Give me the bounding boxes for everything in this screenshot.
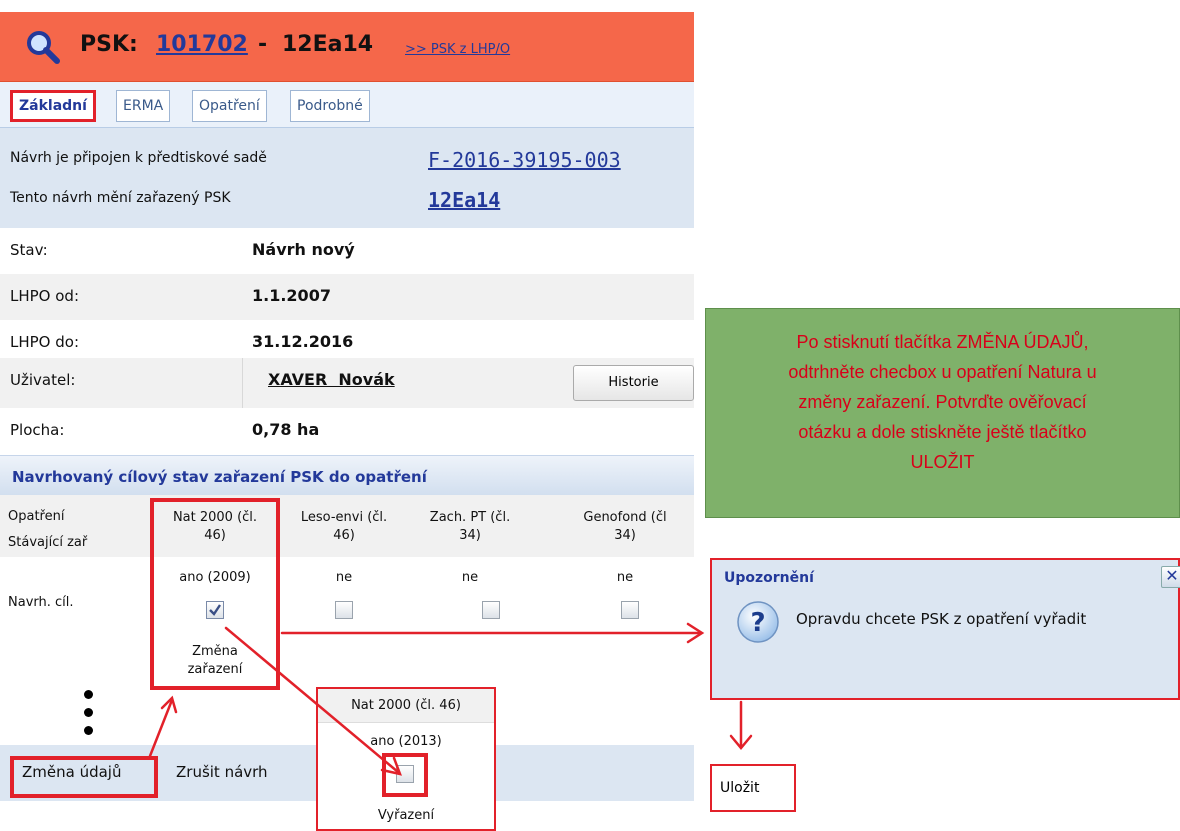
tab-zakladni[interactable]: Základní [10, 90, 96, 122]
info-label: Stav: [10, 241, 48, 259]
info-value: 1.1.2007 [252, 286, 331, 305]
ellipsis-dot [84, 708, 93, 717]
set-link[interactable]: F-2016-39195-003 [428, 148, 621, 172]
tab-erma[interactable]: ERMA [116, 90, 171, 122]
info-value: 0,78 ha [252, 420, 320, 439]
question-icon: ? [737, 601, 779, 643]
col-header-line: Leso-envi (čl. [300, 510, 388, 525]
dialog-message: Opravdu chcete PSK z opatření vyřadit [796, 610, 1087, 628]
dialog-title: Upozornění [724, 570, 814, 586]
note-line: otázku a dole stiskněte ještě tlačítko [798, 422, 1087, 442]
info-value: Návrh nový [252, 240, 355, 259]
current-value: ne [616, 570, 634, 585]
row-label-stavajici: Stávající zař [8, 535, 88, 550]
row-label-opatreni: Opatření [8, 509, 65, 524]
info-label: Uživatel: [10, 371, 76, 389]
save-button[interactable]: Uložit [710, 764, 796, 812]
after-change-popup: Nat 2000 (čl. 46) ano (2013) Vyřazení [316, 687, 496, 831]
attachment-info: Návrh je připojen k předtiskové sadě F-2… [0, 128, 694, 228]
col-header-line: 46) [333, 528, 355, 543]
col-header-genofond: Genofond (čl 34) [556, 509, 694, 545]
divider [242, 358, 243, 408]
section-title: Navrhovaný cílový stav zařazení PSK do o… [12, 468, 427, 486]
psk-id-link[interactable]: 101702 [156, 32, 248, 57]
note-line: Po stisknutí tlačítka ZMĚNA ÚDAJŮ, [796, 332, 1089, 352]
tab-opatreni[interactable]: Opatření [192, 90, 267, 122]
header-separator: - [258, 32, 268, 57]
popup-title: Nat 2000 (čl. 46) [351, 698, 461, 713]
info-label: Plocha: [10, 421, 65, 439]
current-value: ne [335, 570, 353, 585]
psk-label: PSK: [80, 32, 138, 57]
col-header-line: 34) [614, 528, 636, 543]
info-value: 31.12.2016 [252, 332, 354, 351]
row-label-navrh: Navrh. cíl. [8, 595, 74, 610]
col-header-line: Zach. PT (čl. [429, 510, 511, 525]
info-row-stav: Stav: Návrh nový [0, 228, 694, 274]
tab-bar: Základní ERMA Opatření Podrobné [0, 82, 694, 128]
cancel-proposal-button[interactable]: Zrušit návrh [176, 757, 268, 787]
zachpt-checkbox[interactable] [482, 601, 500, 619]
col-header-line: Genofond (čl [583, 510, 667, 525]
info-row-lhpo-od: LHPO od: 1.1.2007 [0, 274, 694, 320]
col-header-lesoenvi: Leso-envi (čl. 46) [284, 509, 404, 545]
info-label: LHPO do: [10, 333, 80, 351]
section-header: Navrhovaný cílový stav zařazení PSK do o… [0, 455, 694, 495]
info-row-plocha: Plocha: 0,78 ha [0, 408, 694, 454]
genofond-checkbox[interactable] [621, 601, 639, 619]
popup-current: ano (2013) [370, 734, 442, 749]
note-line: změny zařazení. Potvrďte ověřovací [798, 392, 1087, 412]
user-name: XAVER Novák [268, 370, 395, 389]
popup-checkbox-highlight [382, 753, 428, 797]
info-label: LHPO od: [10, 287, 80, 305]
tab-podrobne[interactable]: Podrobné [290, 90, 370, 122]
changes-text: Tento návrh mění zařazený PSK [10, 190, 231, 206]
lhpo-link[interactable]: >> PSK z LHP/O [405, 42, 510, 57]
nat2000-highlight [150, 498, 280, 690]
close-icon[interactable]: ✕ [1161, 566, 1180, 588]
magnifier-icon [27, 31, 60, 64]
lesoenvi-checkbox[interactable] [335, 601, 353, 619]
current-value: ne [461, 570, 479, 585]
note-line: ULOŽIT [910, 452, 975, 472]
panel-header: PSK: 101702 - 12Ea14 >> PSK z LHP/O [0, 12, 694, 82]
col-header-zachpt: Zach. PT (čl. 34) [405, 509, 535, 545]
col-header-line: 34) [459, 528, 481, 543]
ellipsis-dot [84, 726, 93, 735]
change-data-highlight [10, 756, 158, 798]
note-line: odtrhněte checbox u opatření Natura u [788, 362, 1097, 382]
popup-note: Vyřazení [377, 808, 435, 823]
changed-psk-link[interactable]: 12Ea14 [428, 188, 500, 212]
psk-code: 12Ea14 [282, 32, 374, 57]
instruction-note: Po stisknutí tlačítka ZMĚNA ÚDAJŮ, odtrh… [705, 308, 1180, 518]
svg-text:?: ? [750, 608, 765, 638]
history-button[interactable]: Historie [573, 365, 694, 401]
attach-text: Návrh je připojen k předtiskové sadě [10, 150, 267, 166]
ellipsis-dot [84, 690, 93, 699]
confirm-dialog: Upozornění ✕ ? Opravdu chcete PSK z opat… [710, 558, 1180, 700]
